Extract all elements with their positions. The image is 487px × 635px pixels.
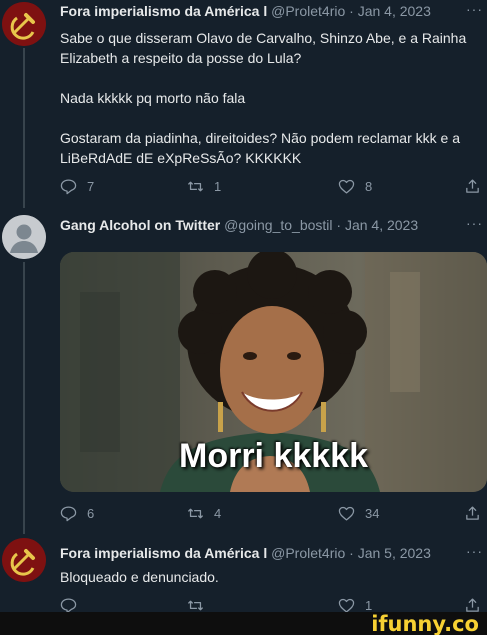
retweet-icon bbox=[187, 508, 204, 519]
heart-icon bbox=[338, 506, 355, 521]
more-options-icon[interactable]: ··· bbox=[466, 215, 483, 231]
tweet-image[interactable]: Morri kkkkk bbox=[60, 252, 487, 492]
tweet-header: Gang Alcohol on Twitter @going_to_bostil… bbox=[60, 217, 418, 234]
reply-count: 6 bbox=[87, 506, 95, 521]
tweet-text-line: Elizabeth a respeito da posse do Lula? bbox=[60, 50, 302, 66]
tweet-text-line: Nada kkkkk pq morto não fala bbox=[60, 90, 246, 106]
handle-and-date[interactable]: @Prolet4rio · Jan 5, 2023 bbox=[271, 545, 431, 561]
tweet-header: Fora imperialismo da América l @Prolet4r… bbox=[60, 545, 431, 562]
watermark-bar: ifunny.co bbox=[0, 612, 487, 635]
reply-icon bbox=[60, 506, 77, 522]
tweet-text-line: Sabe o que disseram Olavo de Carvalho, S… bbox=[60, 30, 467, 46]
tweet-text-line: LiBeRdAdE dE eXpReSsÃo? KKKKKK bbox=[60, 150, 302, 166]
twitter-thread-screenshot: Fora imperialismo da América l @Prolet4r… bbox=[0, 0, 487, 635]
tweet-actions: 6 4 34 bbox=[60, 505, 487, 527]
like-button[interactable]: 34 bbox=[338, 505, 379, 522]
share-button[interactable] bbox=[464, 505, 487, 522]
reply-button[interactable]: 7 bbox=[60, 178, 94, 195]
thread-line bbox=[23, 262, 25, 534]
like-count: 34 bbox=[365, 506, 380, 521]
share-icon bbox=[466, 179, 479, 193]
retweet-button[interactable]: 1 bbox=[187, 178, 221, 195]
share-button[interactable] bbox=[464, 178, 487, 195]
tweet-text-line: Gostaram da piadinha, direitoides? Não p… bbox=[60, 130, 460, 146]
reply-icon bbox=[60, 179, 77, 195]
ifunny-watermark: ifunny.co bbox=[371, 612, 479, 635]
like-count: 1 bbox=[365, 598, 373, 613]
more-options-icon[interactable]: ··· bbox=[466, 1, 483, 17]
image-caption: Morri kkkkk bbox=[179, 437, 368, 475]
reply-button[interactable]: 6 bbox=[60, 505, 94, 522]
handle-and-date[interactable]: @going_to_bostil · Jan 4, 2023 bbox=[224, 217, 418, 233]
retweet-count: 1 bbox=[214, 179, 222, 194]
display-name[interactable]: Fora imperialismo da América l bbox=[60, 545, 267, 561]
default-user-avatar[interactable] bbox=[2, 215, 46, 259]
reply-count: 7 bbox=[87, 179, 95, 194]
more-options-icon[interactable]: ··· bbox=[466, 543, 483, 559]
hammer-sickle-avatar[interactable] bbox=[2, 2, 46, 46]
tweet-text-line: Bloqueado e denunciado. bbox=[60, 569, 219, 585]
heart-icon bbox=[338, 179, 355, 194]
tweet-header: Fora imperialismo da América l @Prolet4r… bbox=[60, 3, 431, 20]
display-name[interactable]: Fora imperialismo da América l bbox=[60, 3, 267, 19]
handle-and-date[interactable]: @Prolet4rio · Jan 4, 2023 bbox=[271, 3, 431, 19]
display-name[interactable]: Gang Alcohol on Twitter bbox=[60, 217, 220, 233]
like-button[interactable]: 8 bbox=[338, 178, 372, 195]
retweet-count: 4 bbox=[214, 506, 222, 521]
retweet-button[interactable]: 4 bbox=[187, 505, 221, 522]
thread-line bbox=[23, 48, 25, 208]
tweet-actions: 7 1 8 bbox=[60, 178, 487, 200]
share-icon bbox=[466, 506, 479, 520]
hammer-sickle-avatar[interactable] bbox=[2, 538, 46, 582]
retweet-icon bbox=[187, 181, 204, 192]
like-count: 8 bbox=[365, 179, 373, 194]
